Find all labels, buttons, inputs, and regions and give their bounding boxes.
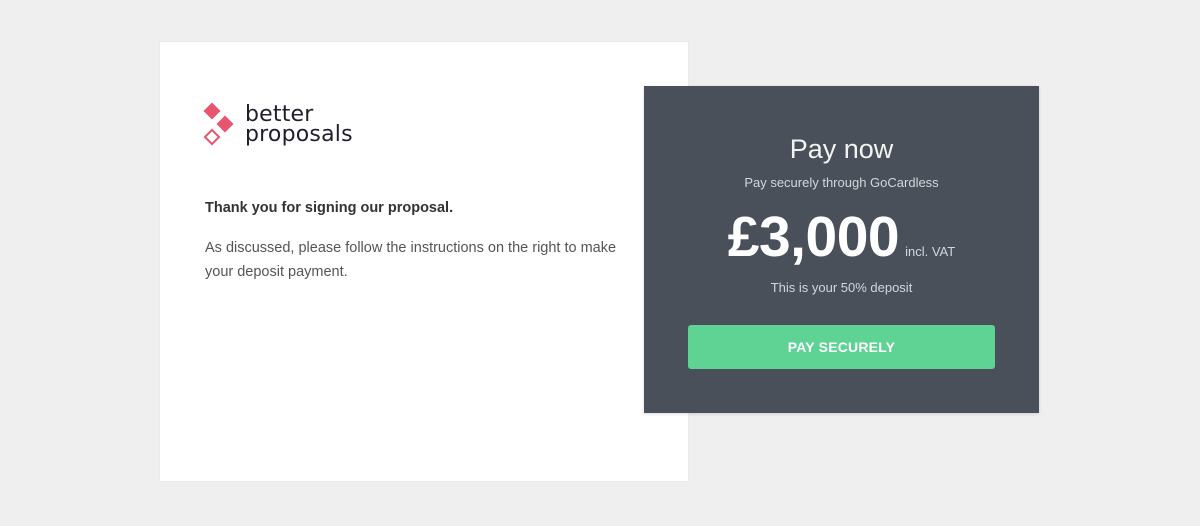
proposal-message-card: better proposals Thank you for signing o… bbox=[160, 42, 688, 481]
diamond-logo-icon bbox=[203, 101, 237, 149]
instructions-text: As discussed, please follow the instruct… bbox=[205, 240, 617, 280]
pay-now-title: Pay now bbox=[789, 134, 894, 164]
pay-securely-button[interactable]: PAY SECURELY bbox=[688, 325, 995, 369]
deposit-note: This is your 50% deposit bbox=[770, 280, 913, 295]
logo-wordmark: better proposals bbox=[245, 104, 353, 147]
logo-wordmark-line2: proposals bbox=[245, 122, 353, 147]
payment-panel: Pay now Pay securely through GoCardless … bbox=[644, 86, 1039, 413]
thank-you-heading: Thank you for signing our proposal. bbox=[205, 200, 454, 216]
payment-provider-subtitle: Pay securely through GoCardless bbox=[744, 175, 939, 190]
payment-amount: £3,000 bbox=[727, 205, 900, 269]
price-row: £3,000 incl. VAT bbox=[644, 204, 1039, 270]
better-proposals-logo: better proposals bbox=[203, 101, 353, 149]
vat-note: incl. VAT bbox=[905, 244, 956, 259]
